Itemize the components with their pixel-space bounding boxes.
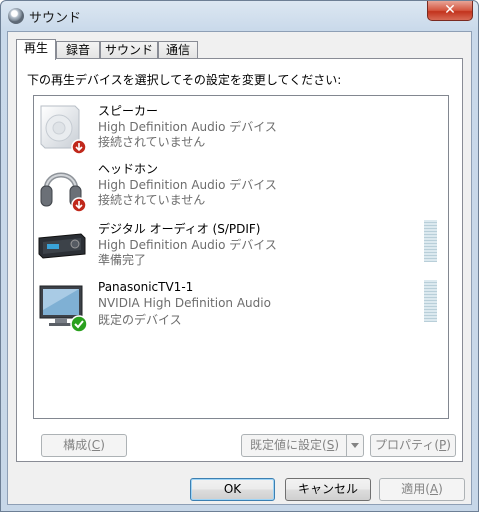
device-name: ヘッドホン <box>98 162 159 176</box>
digital-audio-receiver-icon <box>38 233 86 259</box>
properties-button[interactable]: プロパティ(P) <box>370 434 456 457</box>
device-name: PanasonicTV1-1 <box>98 280 194 294</box>
window-title: サウンド <box>29 11 82 26</box>
device-description: NVIDIA High Definition Audio <box>98 296 271 310</box>
button-label: 既定値に設定( <box>250 438 327 452</box>
sound-dialog-window: サウンド ✕ 再生 録音 サウンド 通信 下の再生デバイスを選択してその設定を変… <box>0 0 479 512</box>
dialog-content: 再生 録音 サウンド 通信 下の再生デバイスを選択してその設定を変更してください… <box>7 31 472 505</box>
button-label-close: ) <box>438 482 443 496</box>
tab-playback[interactable]: 再生 <box>16 39 56 60</box>
sound-app-icon <box>8 8 24 24</box>
device-name: スピーカー <box>98 104 159 118</box>
device-name: デジタル オーディオ (S/PDIF) <box>98 222 261 236</box>
list-item-speaker[interactable]: スピーカー High Definition Audio デバイス 接続されていま… <box>34 100 448 158</box>
list-item-panasonic-tv[interactable]: PanasonicTV1-1 NVIDIA High Definition Au… <box>34 278 448 336</box>
button-label-close: ) <box>334 438 339 452</box>
access-key: C <box>91 438 101 452</box>
tab-communications[interactable]: 通信 <box>158 41 198 59</box>
list-item-digital-audio[interactable]: デジタル オーディオ (S/PDIF) High Definition Audi… <box>34 218 448 276</box>
close-icon: ✕ <box>444 2 456 18</box>
close-button[interactable]: ✕ <box>427 1 473 21</box>
playback-panel: 下の再生デバイスを選択してその設定を変更してください: スピーカー High D… <box>16 58 463 462</box>
apply-button[interactable]: 適用(A) <box>379 478 465 501</box>
access-key: A <box>429 482 439 496</box>
cancel-button[interactable]: キャンセル <box>285 478 371 501</box>
tab-sounds[interactable]: サウンド <box>100 41 158 59</box>
volume-meter <box>424 220 437 262</box>
device-status: 接続されていません <box>98 135 206 149</box>
list-item-headphones[interactable]: ヘッドホン High Definition Audio デバイス 接続されていま… <box>34 158 448 216</box>
button-label: 構成( <box>63 438 92 452</box>
ok-button[interactable]: OK <box>190 478 275 501</box>
device-list[interactable]: スピーカー High Definition Audio デバイス 接続されていま… <box>33 95 449 419</box>
device-status: 準備完了 <box>98 253 147 267</box>
set-default-split-button[interactable]: 既定値に設定(S) <box>241 434 364 457</box>
configure-button[interactable]: 構成(C) <box>41 434 127 457</box>
default-check-badge-icon <box>70 315 88 333</box>
button-label-close: ) <box>446 438 451 452</box>
button-label: 適用( <box>401 482 430 496</box>
instruction-text: 下の再生デバイスを選択してその設定を変更してください: <box>27 73 342 87</box>
disconnected-badge-icon <box>71 139 87 155</box>
disconnected-badge-icon <box>71 197 87 213</box>
title-bar[interactable]: サウンド ✕ <box>1 1 478 31</box>
dropdown-arrow-icon[interactable] <box>346 435 363 456</box>
button-label-close: ) <box>100 438 105 452</box>
device-status: 既定のデバイス <box>98 313 182 327</box>
button-label: プロパティ( <box>375 438 440 452</box>
device-status: 接続されていません <box>98 193 206 207</box>
tab-recording[interactable]: 録音 <box>56 41 100 59</box>
volume-meter <box>424 280 437 322</box>
